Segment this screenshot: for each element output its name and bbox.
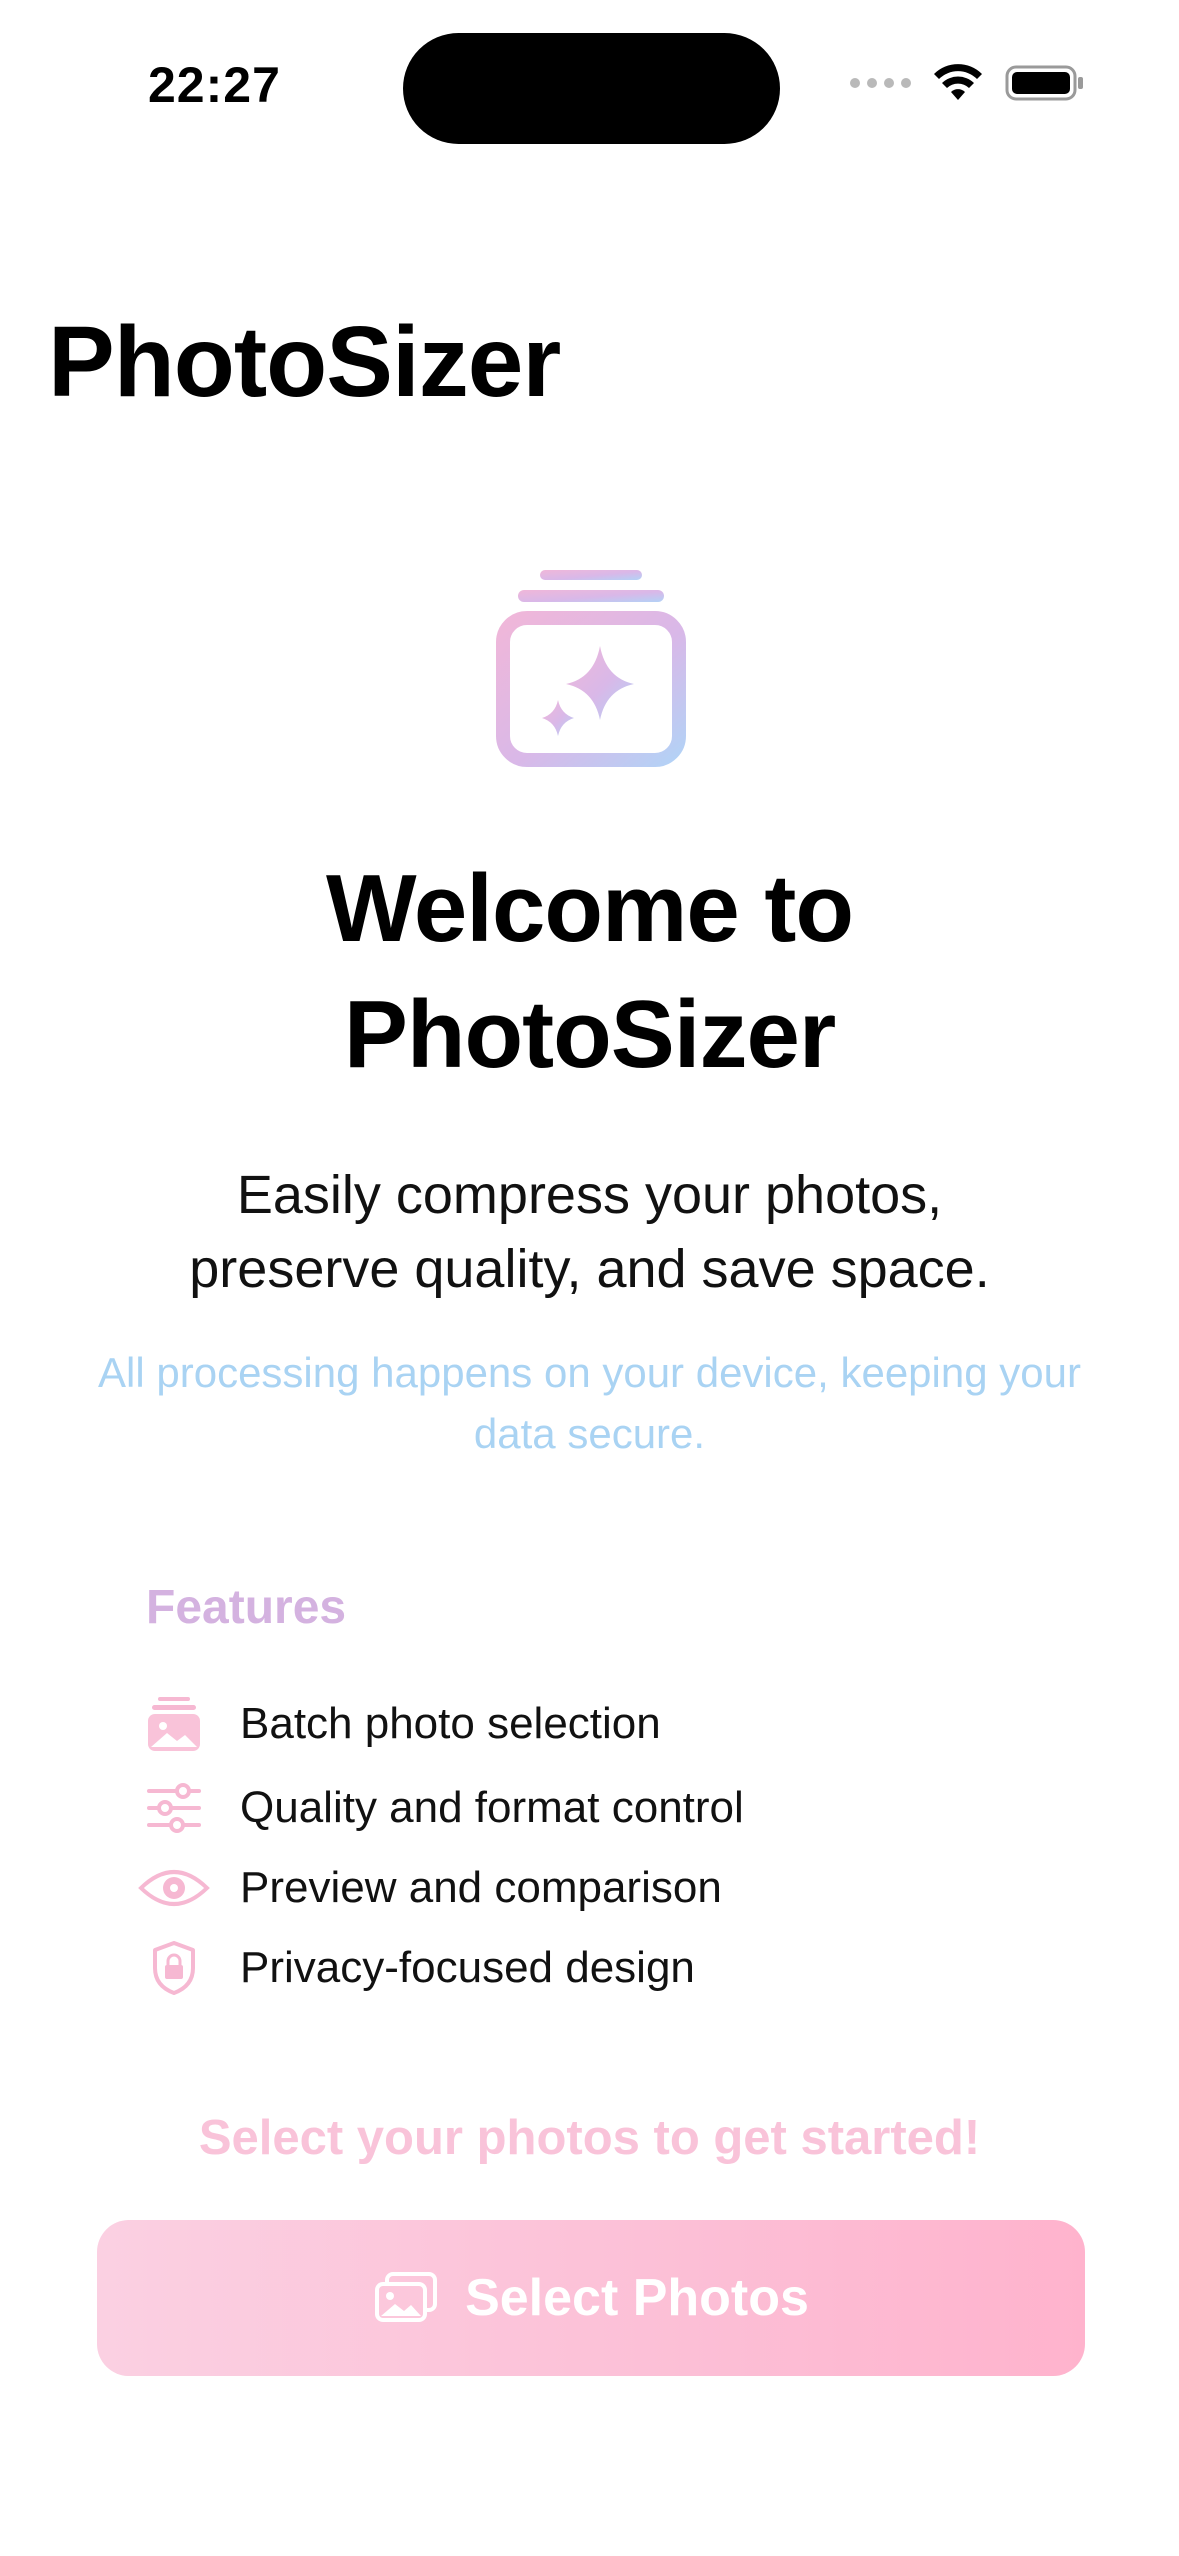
feature-label: Quality and format control [240,1783,744,1832]
cta-prompt: Select your photos to get started! [198,2111,981,2165]
select-photos-button[interactable]: Select Photos [97,2220,1085,2376]
cellular-signal-icon [850,78,911,88]
eye-icon [138,1852,210,1924]
subtitle-line-1: Easily compress your photos, [236,1165,943,1225]
list-item: Quality and format control [138,1768,744,1848]
sliders-icon [138,1772,210,1844]
feature-label: Privacy-focused design [240,1943,695,1992]
list-item: Batch photo selection [138,1684,744,1764]
subtitle-line-2: preserve quality, and save space. [189,1239,990,1299]
welcome-subtitle: Easily compress your photos, preserve qu… [0,1158,1179,1306]
features-heading: Features [146,1581,347,1634]
welcome-heading: Welcome to PhotoSizer [0,846,1179,1098]
status-time: 22:27 [148,57,281,113]
welcome-line-1: Welcome to [326,855,854,962]
feature-list: Batch photo selection Quality and format… [138,1684,744,2008]
photo-stack-icon [138,1688,210,1760]
list-item: Preview and comparison [138,1848,744,1928]
select-photos-label: Select Photos [465,2269,809,2327]
battery-icon [1005,65,1083,101]
photo-stack-sparkles-icon [496,570,686,767]
app-title: PhotoSizer [48,306,561,418]
list-item: Privacy-focused design [138,1928,744,2008]
lock-shield-icon [138,1932,210,2004]
photos-icon [375,2272,438,2322]
feature-label: Preview and comparison [240,1863,722,1912]
feature-label: Batch photo selection [240,1699,661,1748]
wifi-icon [934,64,982,100]
status-icons [850,64,1085,102]
privacy-note: All processing happens on your device, k… [98,1349,1081,1457]
welcome-line-2: PhotoSizer [343,981,836,1088]
dynamic-island [403,33,780,144]
